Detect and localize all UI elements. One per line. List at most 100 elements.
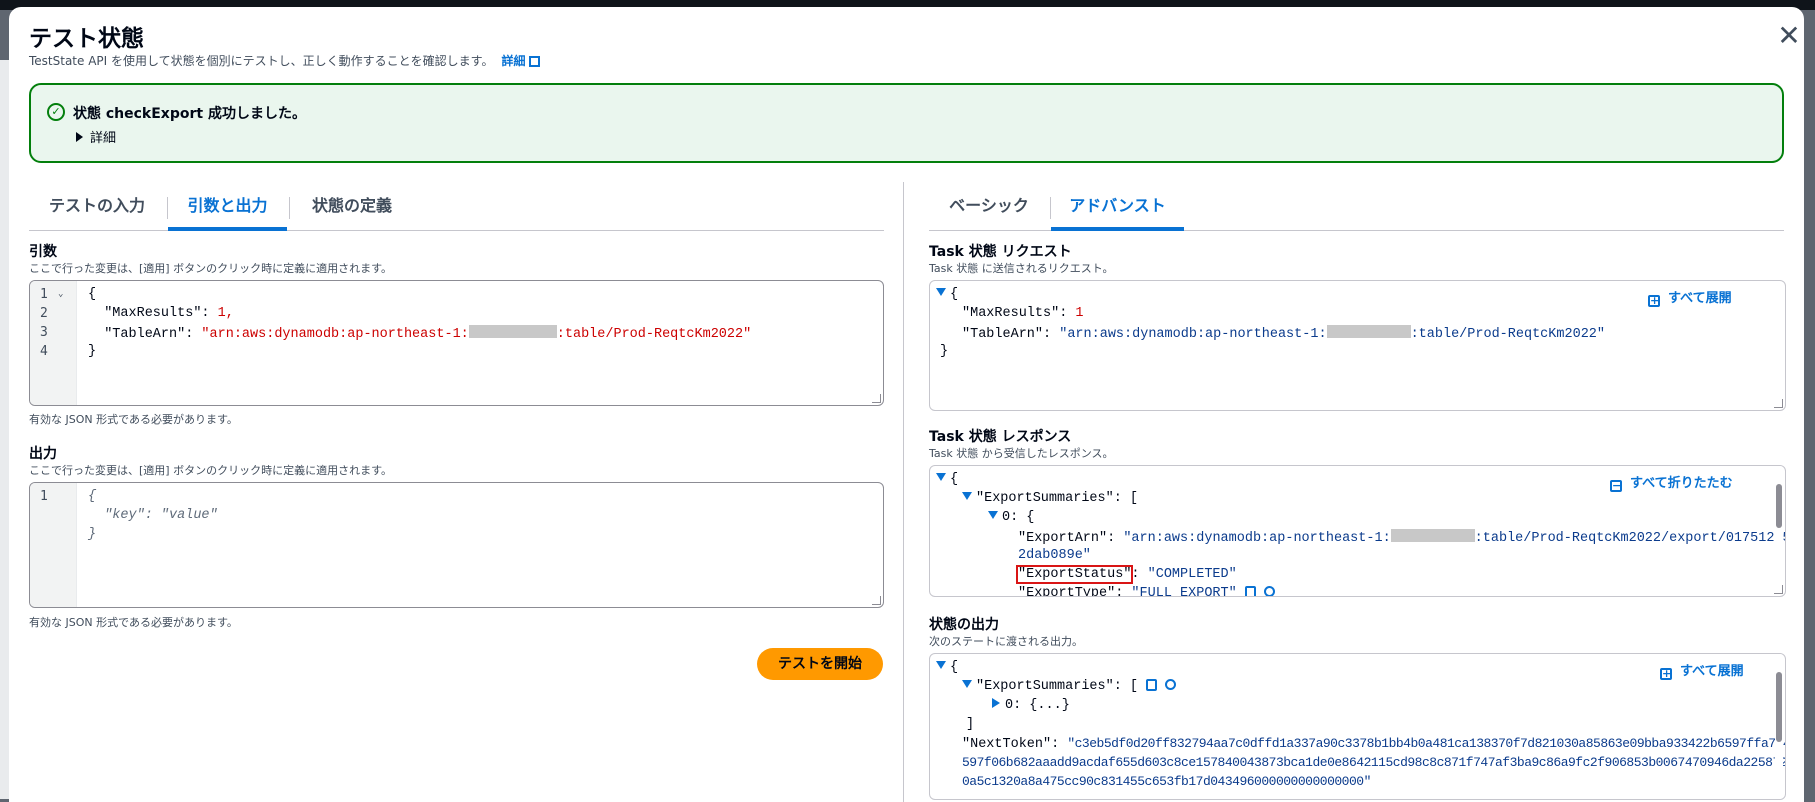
output-hint: 有効な JSON 形式である必要があります。 — [29, 616, 238, 629]
tab-args-output[interactable]: 引数と出力 — [168, 185, 287, 231]
state-output-description: 次のステートに渡される出力。 — [929, 635, 1083, 648]
request-title: Task 状態 リクエスト — [929, 244, 1072, 260]
response-json-viewer: { "ExportSummaries": [ 0: { "ExportArn":… — [929, 465, 1786, 597]
json-line: "NextToken": "c3eb5df0d20ff832794aa7c0df… — [962, 736, 1786, 752]
json-line: } — [940, 344, 949, 359]
json-value: 1 — [1075, 306, 1084, 321]
args-gutter: 1 2 3 4 ⌄ — [30, 281, 77, 405]
json-key: "TableArn": — [104, 327, 202, 342]
caret-down-icon[interactable] — [962, 492, 972, 500]
args-description: ここで行った変更は、[適用] ボタンのクリック時に定義に適用されます。 — [29, 262, 392, 275]
caret-right-icon[interactable] — [992, 698, 1000, 708]
json-line: 0: { — [988, 510, 1034, 525]
json-line: "ExportStatus": "COMPLETED" — [1015, 565, 1237, 584]
line-number: 1 — [40, 489, 48, 504]
json-line: "ExportType": "FULL_EXPORT" — [1018, 586, 1275, 597]
fold-chevron-icon[interactable]: ⌄ — [58, 289, 63, 299]
args-line-3: "TableArn": "arn:aws:dynamodb:ap-northea… — [88, 325, 751, 342]
json-line: "ExportSummaries": [ — [962, 491, 1138, 506]
modal-subtitle-text: TestState API を使用して状態を個別にテストし、正しく動作することを… — [29, 54, 494, 68]
args-editor[interactable]: 1 2 3 4 ⌄ { "MaxResults": 1, "TableArn":… — [29, 280, 884, 406]
json-line: "ExportArn": "arn:aws:dynamodb:ap-northe… — [1018, 529, 1785, 546]
json-value: "arn:aws:dynamodb:ap-northeast-1: — [1059, 327, 1327, 342]
tab-basic[interactable]: ベーシック — [929, 185, 1049, 227]
caret-down-icon[interactable] — [988, 511, 998, 519]
line-number: 1 — [40, 287, 48, 302]
tab-state-definition[interactable]: 状態の定義 — [291, 185, 413, 227]
resize-handle[interactable] — [872, 596, 881, 605]
plus-square-icon: + — [1660, 667, 1672, 680]
args-line-2: "MaxResults": 1, — [88, 306, 234, 321]
redacted-account-id — [1326, 325, 1411, 338]
copy-icon[interactable] — [1146, 679, 1158, 691]
modal-title: テスト状態 — [29, 26, 144, 52]
output-placeholder-line: } — [88, 527, 97, 542]
redacted-account-id — [468, 325, 557, 338]
json-value: 0a5c1320a8a475cc90c831455c653fb17d043496… — [962, 774, 1371, 789]
tab-advanced[interactable]: アドバンスト — [1051, 185, 1184, 231]
json-key: "ExportArn": — [1018, 531, 1124, 546]
json-value: 2dab089e" — [1018, 548, 1091, 563]
line-number: 4 — [40, 344, 48, 359]
json-value: :table/Prod-ReqtcKm2022" — [556, 327, 752, 342]
state-output-scrollbar[interactable] — [1775, 654, 1783, 799]
json-line: { — [936, 287, 958, 302]
request-json-viewer: { "MaxResults": 1 "TableArn": "arn:aws:d… — [929, 280, 1786, 411]
caret-right-icon — [76, 132, 83, 142]
json-key: "NextToken": — [962, 737, 1068, 752]
json-value: "FULL_EXPORT" — [1131, 586, 1237, 597]
panel-divider — [903, 182, 904, 802]
copy-icon[interactable] — [1244, 586, 1256, 596]
alert-message: 状態 checkExport 成功しました。 — [73, 106, 306, 122]
output-gutter: 1 — [30, 483, 77, 607]
info-link-label: 詳細 — [501, 54, 526, 68]
json-value: "arn:aws:dynamodb:ap-northeast-1: — [201, 327, 469, 342]
resize-handle[interactable] — [872, 394, 881, 403]
response-title: Task 状態 レスポンス — [929, 429, 1072, 445]
json-line: "MaxResults": 1 — [962, 306, 1084, 321]
scroll-thumb[interactable] — [1776, 484, 1782, 528]
alert-details-toggle[interactable]: 詳細 — [76, 127, 116, 146]
line-number: 3 — [40, 325, 48, 340]
response-scrollbar[interactable] — [1775, 466, 1783, 594]
expand-all-button[interactable]: + すべて展開 — [1660, 660, 1744, 680]
tab-test-input[interactable]: テストの入力 — [29, 185, 165, 227]
json-line: "ExportSummaries": [ — [962, 679, 1177, 694]
json-key: "MaxResults": — [104, 306, 218, 321]
caret-down-icon[interactable] — [936, 473, 946, 481]
close-button[interactable]: ✕ — [1774, 21, 1804, 51]
json-value: "COMPLETED" — [1147, 567, 1237, 582]
resize-handle[interactable] — [1774, 399, 1783, 408]
request-description: Task 状態 に送信されるリクエスト。 — [929, 262, 1114, 275]
caret-down-icon[interactable] — [936, 288, 946, 296]
output-placeholder-line: { — [88, 489, 97, 504]
caret-down-icon[interactable] — [962, 680, 972, 688]
caret-down-icon[interactable] — [936, 661, 946, 669]
json-line: ] — [966, 717, 975, 732]
json-line: 0: {...} — [992, 698, 1070, 713]
json-value: "c3eb5df0d20ff832794aa7c0dffd1a337a90c33… — [1067, 736, 1786, 751]
modal-subtitle: TestState API を使用して状態を個別にテストし、正しく動作することを… — [29, 52, 541, 69]
args-line-1: { — [88, 287, 97, 302]
collapse-all-button[interactable]: − すべて折りたたむ — [1610, 472, 1733, 492]
json-line: { — [936, 472, 958, 487]
search-path-icon[interactable] — [1263, 586, 1275, 596]
scroll-thumb[interactable] — [1776, 672, 1782, 742]
expand-all-button[interactable]: + すべて展開 — [1648, 287, 1732, 307]
json-value: :table/Prod-ReqtcKm2022/export/017512956… — [1474, 531, 1785, 546]
tab-divider — [289, 197, 290, 219]
output-title: 出力 — [29, 446, 57, 462]
test-state-modal: テスト状態 TestState API を使用して状態を個別にテストし、正しく動… — [9, 7, 1804, 802]
info-link[interactable]: 詳細 — [501, 54, 541, 68]
resize-handle[interactable] — [1774, 585, 1783, 594]
redacted-account-id — [1390, 529, 1475, 542]
output-description: ここで行った変更は、[適用] ボタンのクリック時に定義に適用されます。 — [29, 464, 392, 477]
check-circle-icon: ✓ — [47, 103, 65, 121]
start-test-button[interactable]: テストを開始 — [757, 648, 883, 680]
alert-details-label: 詳細 — [90, 131, 117, 146]
search-path-icon[interactable] — [1165, 679, 1177, 690]
output-editor[interactable]: 1 { "key": "value" } — [29, 482, 884, 608]
json-line: "TableArn": "arn:aws:dynamodb:ap-northea… — [962, 325, 1605, 342]
line-number: 2 — [40, 306, 48, 321]
output-placeholder-line: "key": "value" — [88, 508, 218, 523]
